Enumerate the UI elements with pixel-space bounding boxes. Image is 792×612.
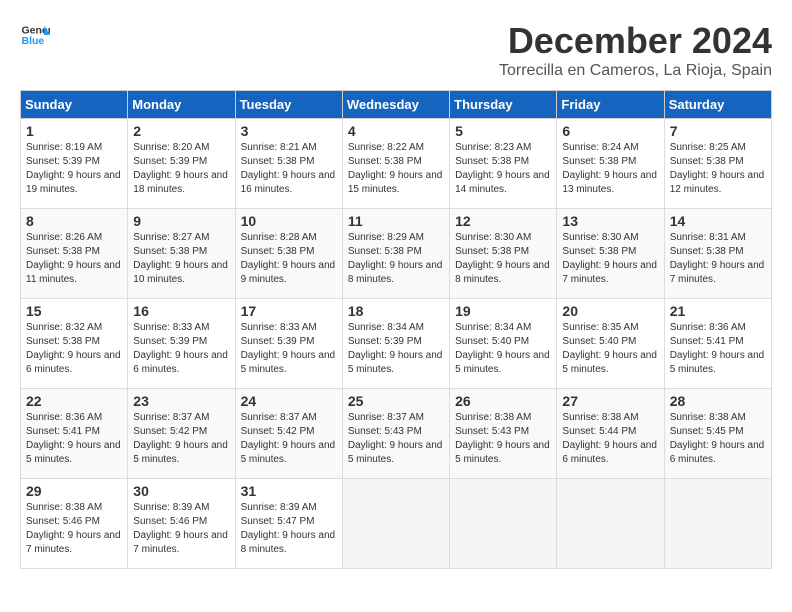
calendar-cell-31: 31Sunrise: 8:39 AMSunset: 5:47 PMDayligh… bbox=[235, 479, 342, 569]
col-wednesday: Wednesday bbox=[342, 91, 449, 119]
week-row-1: 1Sunrise: 8:19 AMSunset: 5:39 PMDaylight… bbox=[21, 119, 772, 209]
calendar-cell-25: 25Sunrise: 8:37 AMSunset: 5:43 PMDayligh… bbox=[342, 389, 449, 479]
col-thursday: Thursday bbox=[450, 91, 557, 119]
calendar-cell-11: 11Sunrise: 8:29 AMSunset: 5:38 PMDayligh… bbox=[342, 209, 449, 299]
week-row-4: 22Sunrise: 8:36 AMSunset: 5:41 PMDayligh… bbox=[21, 389, 772, 479]
calendar-cell-28: 28Sunrise: 8:38 AMSunset: 5:45 PMDayligh… bbox=[664, 389, 771, 479]
logo: General Blue bbox=[20, 20, 50, 50]
calendar-cell-empty bbox=[342, 479, 449, 569]
calendar-cell-14: 14Sunrise: 8:31 AMSunset: 5:38 PMDayligh… bbox=[664, 209, 771, 299]
calendar-cell-empty bbox=[664, 479, 771, 569]
col-saturday: Saturday bbox=[664, 91, 771, 119]
calendar-cell-26: 26Sunrise: 8:38 AMSunset: 5:43 PMDayligh… bbox=[450, 389, 557, 479]
col-monday: Monday bbox=[128, 91, 235, 119]
week-row-2: 8Sunrise: 8:26 AMSunset: 5:38 PMDaylight… bbox=[21, 209, 772, 299]
calendar-cell-2: 2Sunrise: 8:20 AMSunset: 5:39 PMDaylight… bbox=[128, 119, 235, 209]
calendar-cell-20: 20Sunrise: 8:35 AMSunset: 5:40 PMDayligh… bbox=[557, 299, 664, 389]
calendar-cell-8: 8Sunrise: 8:26 AMSunset: 5:38 PMDaylight… bbox=[21, 209, 128, 299]
page-header: General Blue December 2024 Torrecilla en… bbox=[20, 20, 772, 80]
calendar-cell-12: 12Sunrise: 8:30 AMSunset: 5:38 PMDayligh… bbox=[450, 209, 557, 299]
col-sunday: Sunday bbox=[21, 91, 128, 119]
calendar-cell-17: 17Sunrise: 8:33 AMSunset: 5:39 PMDayligh… bbox=[235, 299, 342, 389]
title-area: December 2024 Torrecilla en Cameros, La … bbox=[499, 20, 772, 80]
calendar-cell-16: 16Sunrise: 8:33 AMSunset: 5:39 PMDayligh… bbox=[128, 299, 235, 389]
col-tuesday: Tuesday bbox=[235, 91, 342, 119]
calendar-cell-30: 30Sunrise: 8:39 AMSunset: 5:46 PMDayligh… bbox=[128, 479, 235, 569]
calendar-cell-27: 27Sunrise: 8:38 AMSunset: 5:44 PMDayligh… bbox=[557, 389, 664, 479]
calendar-cell-empty bbox=[450, 479, 557, 569]
week-row-3: 15Sunrise: 8:32 AMSunset: 5:38 PMDayligh… bbox=[21, 299, 772, 389]
calendar-body: 1Sunrise: 8:19 AMSunset: 5:39 PMDaylight… bbox=[21, 119, 772, 569]
logo-icon: General Blue bbox=[20, 20, 50, 50]
calendar-cell-empty bbox=[557, 479, 664, 569]
svg-text:Blue: Blue bbox=[22, 35, 45, 47]
calendar-header-row: Sunday Monday Tuesday Wednesday Thursday… bbox=[21, 91, 772, 119]
calendar-cell-9: 9Sunrise: 8:27 AMSunset: 5:38 PMDaylight… bbox=[128, 209, 235, 299]
calendar-cell-21: 21Sunrise: 8:36 AMSunset: 5:41 PMDayligh… bbox=[664, 299, 771, 389]
calendar-cell-7: 7Sunrise: 8:25 AMSunset: 5:38 PMDaylight… bbox=[664, 119, 771, 209]
calendar-cell-18: 18Sunrise: 8:34 AMSunset: 5:39 PMDayligh… bbox=[342, 299, 449, 389]
calendar-cell-4: 4Sunrise: 8:22 AMSunset: 5:38 PMDaylight… bbox=[342, 119, 449, 209]
calendar-cell-5: 5Sunrise: 8:23 AMSunset: 5:38 PMDaylight… bbox=[450, 119, 557, 209]
calendar-cell-13: 13Sunrise: 8:30 AMSunset: 5:38 PMDayligh… bbox=[557, 209, 664, 299]
calendar-cell-1: 1Sunrise: 8:19 AMSunset: 5:39 PMDaylight… bbox=[21, 119, 128, 209]
calendar-cell-22: 22Sunrise: 8:36 AMSunset: 5:41 PMDayligh… bbox=[21, 389, 128, 479]
month-title: December 2024 bbox=[499, 20, 772, 62]
location-title: Torrecilla en Cameros, La Rioja, Spain bbox=[499, 62, 772, 80]
calendar-cell-15: 15Sunrise: 8:32 AMSunset: 5:38 PMDayligh… bbox=[21, 299, 128, 389]
calendar-cell-6: 6Sunrise: 8:24 AMSunset: 5:38 PMDaylight… bbox=[557, 119, 664, 209]
calendar-table: Sunday Monday Tuesday Wednesday Thursday… bbox=[20, 90, 772, 569]
calendar-cell-24: 24Sunrise: 8:37 AMSunset: 5:42 PMDayligh… bbox=[235, 389, 342, 479]
calendar-cell-3: 3Sunrise: 8:21 AMSunset: 5:38 PMDaylight… bbox=[235, 119, 342, 209]
calendar-cell-29: 29Sunrise: 8:38 AMSunset: 5:46 PMDayligh… bbox=[21, 479, 128, 569]
col-friday: Friday bbox=[557, 91, 664, 119]
calendar-cell-23: 23Sunrise: 8:37 AMSunset: 5:42 PMDayligh… bbox=[128, 389, 235, 479]
calendar-cell-19: 19Sunrise: 8:34 AMSunset: 5:40 PMDayligh… bbox=[450, 299, 557, 389]
calendar-cell-10: 10Sunrise: 8:28 AMSunset: 5:38 PMDayligh… bbox=[235, 209, 342, 299]
week-row-5: 29Sunrise: 8:38 AMSunset: 5:46 PMDayligh… bbox=[21, 479, 772, 569]
